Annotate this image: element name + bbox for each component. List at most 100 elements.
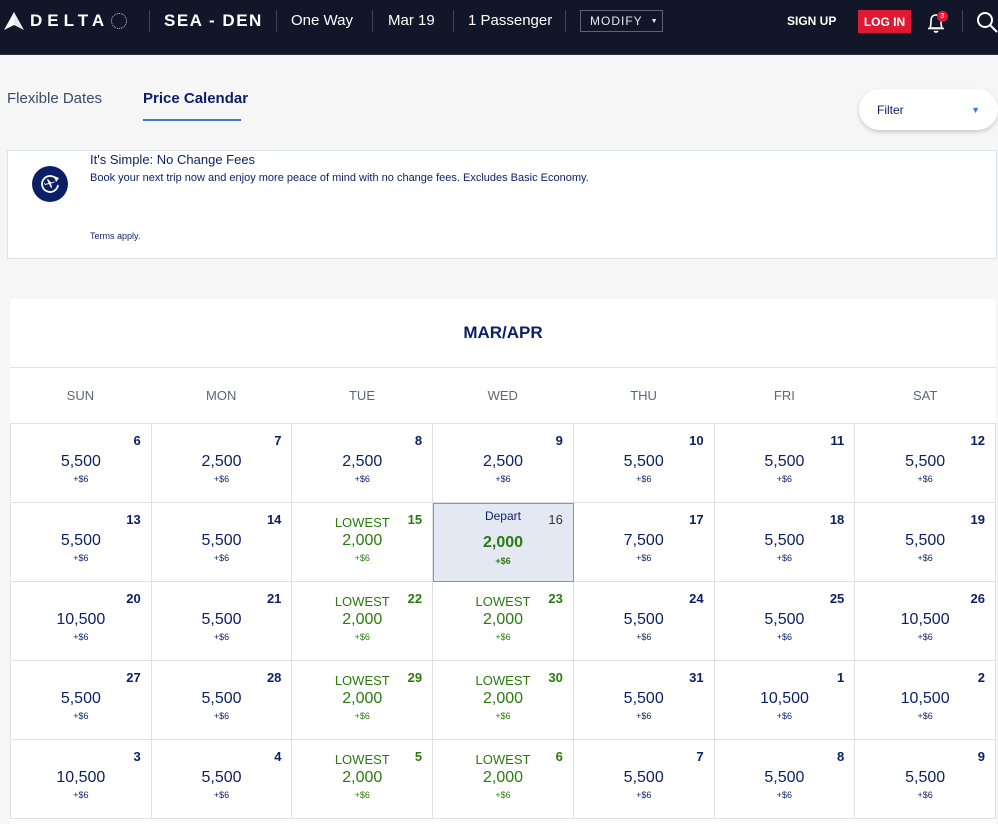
miles-price: 5,500 [905, 453, 946, 470]
miles-price: 2,000 [342, 611, 383, 628]
calendar-day[interactable]: 8 2,500 +$6 [292, 424, 434, 503]
calendar-day[interactable]: 28 5,500 +$6 [151, 661, 293, 740]
day-number: 29 [407, 670, 423, 685]
no-change-fees-notice: It's Simple: No Change Fees Book your ne… [7, 150, 997, 259]
miles-price: 5,500 [201, 769, 242, 786]
taxes-fees: +$6 [917, 632, 933, 642]
taxes-fees: +$6 [917, 553, 933, 563]
day-number: 19 [970, 512, 985, 527]
search-icon[interactable] [976, 10, 998, 34]
miles-price: 5,500 [905, 769, 946, 786]
calendar-day[interactable]: 27 5,500 +$6 [11, 661, 152, 740]
calendar-day[interactable]: 20 10,500 +$6 [11, 582, 152, 661]
calendar-day[interactable]: 8 5,500 +$6 [714, 740, 856, 819]
calendar-day[interactable]: 17 7,500 +$6 [573, 503, 715, 582]
calendar-day[interactable]: 26 10,500 +$6 [855, 582, 996, 661]
weekday-thu: THU [630, 388, 657, 403]
miles-price: 5,500 [60, 690, 101, 707]
calendar-day[interactable]: LOWEST 23 2,000 +$6 [433, 582, 574, 661]
terms-link[interactable]: Terms apply. [90, 231, 140, 241]
modify-button[interactable]: MODIFY ▼ [580, 10, 663, 32]
filter-dropdown[interactable]: Filter ▼ [859, 89, 998, 130]
calendar-day[interactable]: 7 5,500 +$6 [573, 740, 715, 819]
calendar-day[interactable]: 18 5,500 +$6 [714, 503, 856, 582]
calendar-day[interactable]: 9 5,500 +$6 [855, 740, 996, 819]
taxes-fees: +$6 [354, 790, 370, 800]
calendar-day[interactable]: 19 5,500 +$6 [855, 503, 996, 582]
taxes-fees: +$6 [354, 632, 370, 642]
calendar-day[interactable]: 6 5,500 +$6 [11, 424, 152, 503]
calendar-day[interactable]: 31 5,500 +$6 [573, 661, 715, 740]
calendar-day[interactable]: 13 5,500 +$6 [11, 503, 152, 582]
modify-label: MODIFY [590, 14, 643, 28]
calendar-day[interactable]: 3 10,500 +$6 [11, 740, 152, 819]
calendar-day[interactable]: 2 10,500 +$6 [855, 661, 996, 740]
taxes-fees: +$6 [73, 632, 89, 642]
caret-down-icon: ▼ [971, 105, 980, 115]
taxes-fees: +$6 [213, 632, 230, 642]
calendar-day[interactable]: LOWEST 29 2,000 +$6 [292, 661, 434, 740]
taxes-fees: +$6 [73, 474, 89, 484]
calendar-day[interactable]: 1 10,500 +$6 [714, 661, 856, 740]
taxes-fees: +$6 [213, 553, 230, 563]
day-number: 28 [266, 670, 282, 685]
taxes-fees: +$6 [636, 711, 652, 721]
calendar-day[interactable]: LOWEST 30 2,000 +$6 [433, 661, 574, 740]
taxes-fees: +$6 [354, 711, 370, 721]
taxes-fees: +$6 [73, 790, 89, 800]
taxes-fees: +$6 [776, 711, 793, 721]
calendar-day[interactable]: 25 5,500 +$6 [714, 582, 856, 661]
route-label[interactable]: SEA - DEN [164, 11, 263, 31]
taxes-fees: +$6 [776, 790, 793, 800]
divider [149, 10, 150, 32]
tab-price-calendar[interactable]: Price Calendar [143, 90, 248, 107]
calendar-day[interactable]: LOWEST 6 2,000 +$6 [433, 740, 574, 819]
day-number: 2 [977, 670, 985, 685]
passengers-label[interactable]: 1 Passenger [468, 12, 552, 29]
taxes-fees: +$6 [495, 632, 511, 642]
day-number: 14 [266, 512, 282, 527]
miles-price: 5,500 [905, 532, 946, 549]
delta-logo[interactable]: DELTA [4, 10, 128, 32]
taxes-fees: +$6 [776, 632, 793, 642]
miles-price: 10,500 [900, 690, 950, 707]
calendar-day[interactable]: LOWEST 15 2,000 +$6 [292, 503, 434, 582]
miles-price: 5,500 [201, 532, 242, 549]
taxes-fees: +$6 [917, 474, 933, 484]
log-in-button[interactable]: LOG IN [858, 10, 911, 33]
calendar-day[interactable]: 12 5,500 +$6 [855, 424, 996, 503]
day-number: 21 [266, 591, 282, 606]
filter-label: Filter [877, 102, 904, 117]
calendar-day[interactable]: LOWEST 22 2,000 +$6 [292, 582, 434, 661]
day-number: 15 [407, 512, 423, 527]
miles-price: 5,500 [60, 532, 101, 549]
miles-price: 5,500 [764, 532, 805, 549]
sign-up-link[interactable]: SIGN UP [787, 14, 836, 28]
calendar-day[interactable]: 7 2,500 +$6 [151, 424, 293, 503]
day-number: 25 [829, 591, 845, 606]
calendar-day[interactable]: 24 5,500 +$6 [573, 582, 715, 661]
calendar-day[interactable]: 21 5,500 +$6 [151, 582, 293, 661]
calendar-day-selected[interactable]: Depart 16 2,000 +$6 [433, 503, 574, 582]
brand-name: DELTA [30, 11, 110, 30]
trip-type-label[interactable]: One Way [291, 12, 353, 29]
day-number: 11 [830, 433, 845, 448]
calendar-day[interactable]: 11 5,500 +$6 [714, 424, 856, 503]
weekday-sun: SUN [66, 388, 95, 403]
calendar-day[interactable]: 14 5,500 +$6 [151, 503, 293, 582]
divider [453, 10, 454, 32]
miles-price: 5,500 [623, 690, 664, 707]
miles-price: 10,500 [56, 769, 106, 786]
calendar-day[interactable]: LOWEST 5 2,000 +$6 [292, 740, 434, 819]
miles-price: 5,500 [201, 611, 242, 628]
calendar-day[interactable]: 10 5,500 +$6 [573, 424, 715, 503]
taxes-fees: +$6 [354, 474, 370, 484]
tab-flexible-dates[interactable]: Flexible Dates [7, 90, 102, 107]
date-label[interactable]: Mar 19 [388, 12, 435, 29]
taxes-fees: +$6 [636, 790, 652, 800]
taxes-fees: +$6 [636, 474, 652, 484]
top-nav: DELTA SEA - DEN One Way Mar 19 1 Passeng… [0, 0, 998, 55]
miles-price: 10,500 [56, 611, 106, 628]
calendar-day[interactable]: 9 2,500 +$6 [433, 424, 574, 503]
calendar-day[interactable]: 4 5,500 +$6 [151, 740, 293, 819]
